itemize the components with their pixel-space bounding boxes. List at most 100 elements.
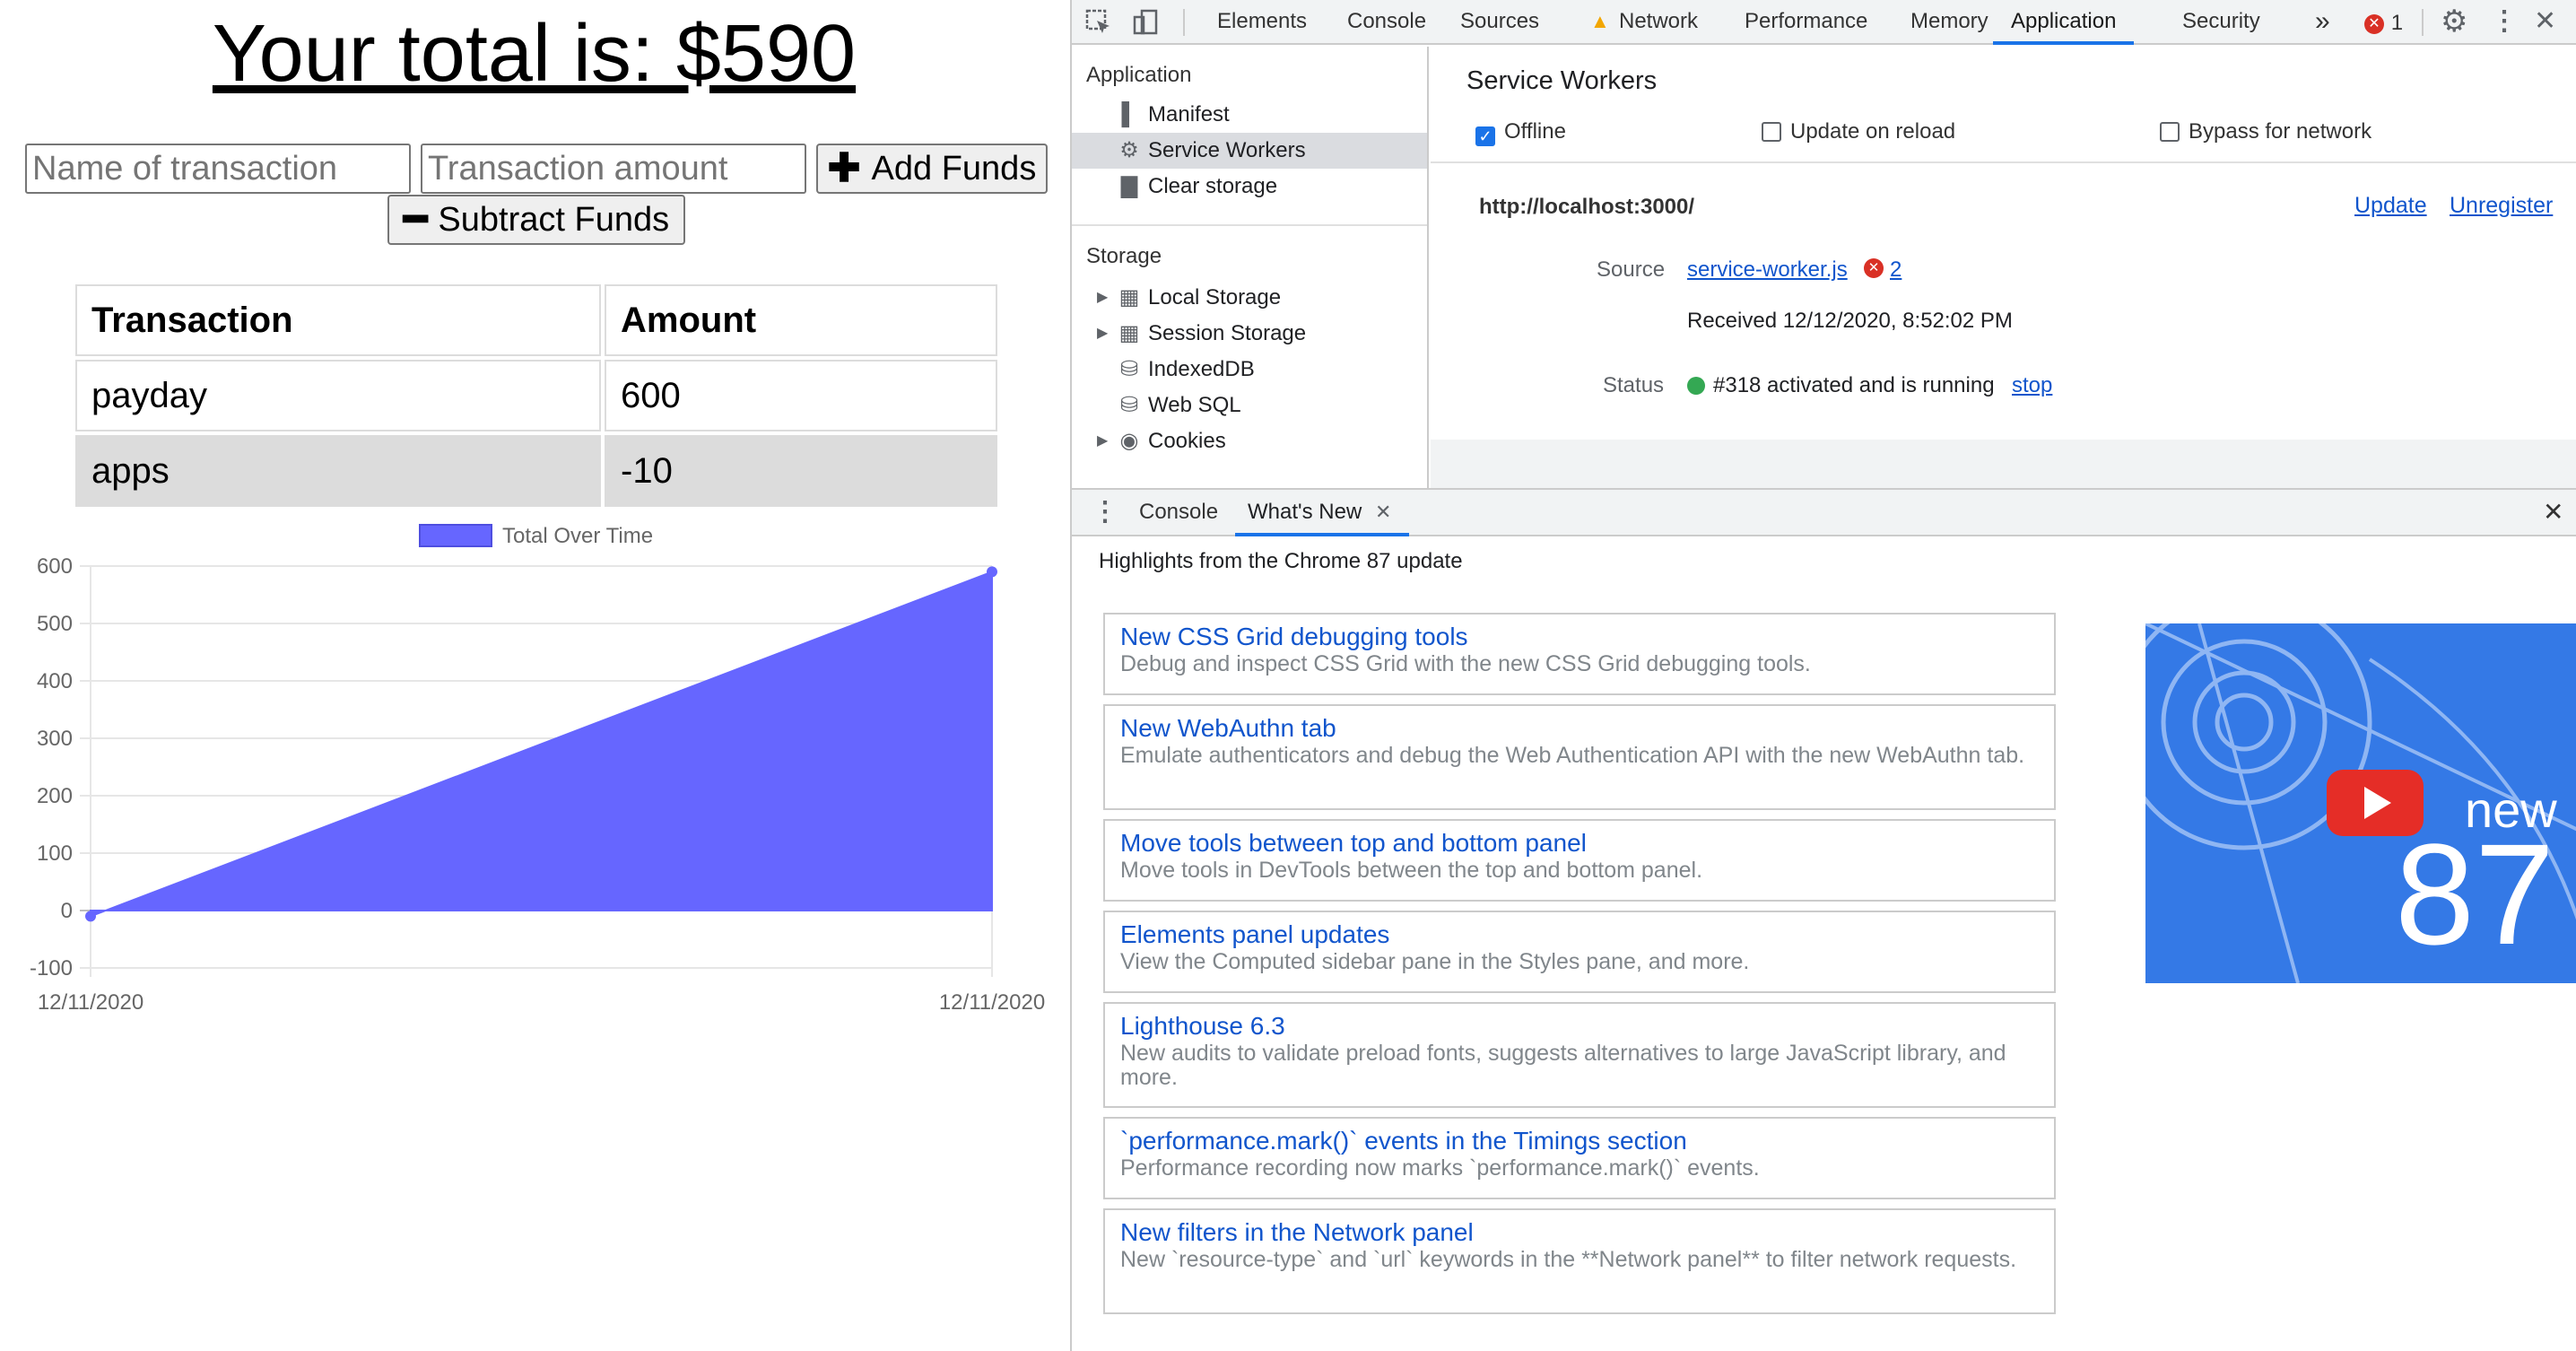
sidebar-item-session-storage[interactable]: ▶ ▦ Session Storage <box>1072 316 1427 352</box>
minus-icon: ━ <box>403 197 428 241</box>
video-number: 87 <box>2395 814 2554 974</box>
bypass-for-network-checkbox[interactable]: Bypass for network <box>2160 118 2371 145</box>
device-toolbar-icon[interactable] <box>1131 0 1160 45</box>
sidebar-item-label: Cookies <box>1148 429 1226 453</box>
list-item[interactable]: Elements panel updates View the Computed… <box>1103 911 2056 993</box>
more-tabs-icon[interactable]: » <box>2315 0 2330 45</box>
source-file-link[interactable]: service-worker.js <box>1687 257 1848 283</box>
drawer-tab-console[interactable]: Console <box>1139 490 1218 536</box>
list-item[interactable]: Move tools between top and bottom panel … <box>1103 819 2056 902</box>
news-title[interactable]: New filters in the Network panel <box>1120 1217 2040 1248</box>
y-tick-label: 100 <box>37 841 73 866</box>
y-tick-label: 600 <box>37 554 73 579</box>
close-tab-icon[interactable]: ✕ <box>1375 501 1391 523</box>
sidebar-item-label: Session Storage <box>1148 321 1307 345</box>
offline-checkbox[interactable]: ✓ Offline <box>1475 118 1566 146</box>
drawer-tab-whats-new[interactable]: What's New ✕ <box>1235 490 1410 536</box>
drawer-tab-label: What's New <box>1248 500 1362 524</box>
status-label: Status <box>1603 373 1665 397</box>
sidebar-item-service-workers[interactable]: ⚙ Service Workers <box>1072 133 1427 169</box>
news-title[interactable]: New CSS Grid debugging tools <box>1120 622 2040 652</box>
kebab-menu-icon[interactable]: ⋮ <box>2491 0 2518 45</box>
news-description: Move tools in DevTools between the top a… <box>1120 858 1703 883</box>
cookie-icon: ◉ <box>1119 429 1139 453</box>
stop-link[interactable]: stop <box>2012 373 2052 398</box>
budget-app: Your total is: $590 ✚ Add Funds ━ Subtra… <box>0 0 1068 1351</box>
received-timestamp: Received 12/12/2020, 8:52:02 PM <box>1687 309 2013 333</box>
tab-network[interactable]: Network <box>1619 0 1698 45</box>
subtract-funds-label: Subtract Funds <box>438 201 670 239</box>
warning-icon: ▲ <box>1590 10 1610 32</box>
list-item[interactable]: Lighthouse 6.3 New audits to validate pr… <box>1103 1002 2056 1108</box>
plus-icon: ✚ <box>827 146 861 190</box>
devtools-panel: Elements Console Sources ▲ Network Perfo… <box>1070 0 2576 1351</box>
sidebar-item-clear-storage[interactable]: ▇ Clear storage <box>1072 169 1427 205</box>
news-title[interactable]: New WebAuthn tab <box>1120 713 2040 744</box>
x-tick-label: 12/11/2020 <box>38 990 144 1015</box>
news-title[interactable]: `performance.mark()` events in the Timin… <box>1120 1126 2040 1156</box>
tab-application[interactable]: Application <box>1993 0 2135 45</box>
close-drawer-icon[interactable]: ✕ <box>2543 490 2563 535</box>
list-item[interactable]: `performance.mark()` events in the Timin… <box>1103 1117 2056 1199</box>
tab-memory[interactable]: Memory <box>1910 0 1989 45</box>
inspect-element-icon[interactable] <box>1084 0 1113 45</box>
toolbar-divider <box>2422 9 2424 36</box>
sidebar-section-storage: Storage <box>1086 244 1162 268</box>
checkbox-unchecked-icon[interactable] <box>1762 122 1781 142</box>
transaction-name-input[interactable] <box>25 144 411 194</box>
error-counter[interactable]: ✕ 1 <box>2364 0 2403 45</box>
drawer-tab-bar: ⋮ Console What's New ✕ ✕ <box>1072 488 2576 536</box>
source-label: Source <box>1597 257 1666 282</box>
drawer-menu-icon[interactable]: ⋮ <box>1092 490 1118 535</box>
news-title[interactable]: Lighthouse 6.3 <box>1120 1011 2040 1042</box>
list-item[interactable]: New WebAuthn tab Emulate authenticators … <box>1103 704 2056 810</box>
pane-footer <box>1431 440 2576 488</box>
checkbox-checked-icon[interactable]: ✓ <box>1475 126 1495 146</box>
sidebar-item-cookies[interactable]: ▶ ◉ Cookies <box>1072 423 1427 459</box>
subtract-funds-button[interactable]: ━ Subtract Funds <box>387 195 685 245</box>
sidebar-item-label: Service Workers <box>1148 138 1306 162</box>
news-title[interactable]: Move tools between top and bottom panel <box>1120 828 2040 859</box>
transaction-amount-cell: 600 <box>605 360 997 431</box>
total-heading: Your total is: $590 <box>212 9 857 99</box>
update-link[interactable]: Update <box>2354 193 2427 219</box>
news-title[interactable]: Elements panel updates <box>1120 920 2040 950</box>
tab-console[interactable]: Console <box>1347 0 1426 45</box>
data-point <box>987 566 997 578</box>
add-funds-label: Add Funds <box>871 150 1037 187</box>
toolbar-divider <box>1183 9 1185 36</box>
tab-sources[interactable]: Sources <box>1460 0 1539 45</box>
sidebar-item-local-storage[interactable]: ▶ ▦ Local Storage <box>1072 280 1427 316</box>
tab-security[interactable]: Security <box>2182 0 2260 45</box>
settings-gear-icon[interactable]: ⚙ <box>2441 0 2467 45</box>
checkbox-unchecked-icon[interactable] <box>2160 122 2180 142</box>
pane-title: Service Workers <box>1466 66 1658 95</box>
tab-elements[interactable]: Elements <box>1217 0 1307 45</box>
transaction-amount-input[interactable] <box>421 144 806 194</box>
x-tick-label: 12/11/2020 <box>939 990 1045 1015</box>
sidebar-item-indexeddb[interactable]: ⛁ IndexedDB <box>1072 352 1427 388</box>
tab-performance[interactable]: Performance <box>1745 0 1867 45</box>
worker-origin: http://localhost:3000/ <box>1479 195 1695 219</box>
legend-swatch <box>419 524 492 547</box>
expand-arrow-icon[interactable]: ▶ <box>1097 423 1108 459</box>
table-header-transaction: Transaction <box>75 284 601 356</box>
expand-arrow-icon[interactable]: ▶ <box>1097 280 1108 316</box>
add-funds-button[interactable]: ✚ Add Funds <box>816 144 1048 194</box>
unregister-link[interactable]: Unregister <box>2450 193 2553 219</box>
close-devtools-icon[interactable]: ✕ <box>2534 0 2556 45</box>
legend-label: Total Over Time <box>502 524 653 548</box>
chrome-87-video-thumbnail[interactable]: new 87 <box>2145 623 2576 983</box>
news-description: Debug and inspect CSS Grid with the new … <box>1120 651 1811 676</box>
transaction-name-cell: apps <box>75 435 601 507</box>
grid-icon: ▦ <box>1118 321 1140 345</box>
checkbox-label: Update on reload <box>1790 119 1956 144</box>
expand-arrow-icon[interactable]: ▶ <box>1097 316 1108 352</box>
transaction-amount-cell: -10 <box>605 435 997 507</box>
source-errors-link[interactable]: 2 <box>1890 257 1902 283</box>
list-item[interactable]: New CSS Grid debugging tools Debug and i… <box>1103 613 2056 695</box>
list-item[interactable]: New filters in the Network panel New `re… <box>1103 1208 2056 1314</box>
sidebar-item-manifest[interactable]: ▌ Manifest <box>1072 97 1427 133</box>
update-on-reload-checkbox[interactable]: Update on reload <box>1762 118 1955 145</box>
sidebar-item-web-sql[interactable]: ⛁ Web SQL <box>1072 388 1427 423</box>
